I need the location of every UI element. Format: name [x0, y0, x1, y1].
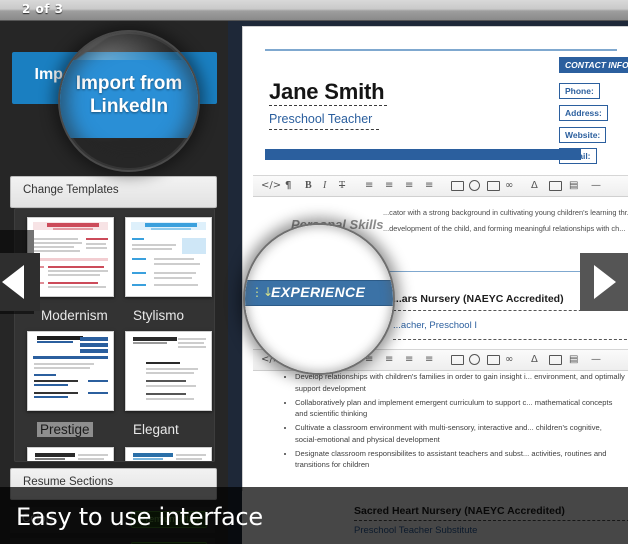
contact-field-phone[interactable]: Phone: — [559, 83, 600, 99]
magnifier-ring — [60, 32, 198, 170]
magnifier-experience-section: ⋮↓ EXPERIENCE — [243, 223, 395, 375]
template-label-prestige[interactable]: Prestige — [37, 422, 93, 437]
template-thumbnail-stylismo[interactable] — [125, 217, 212, 297]
summary-line-1: ...cator with a strong background in cul… — [383, 208, 628, 217]
template-thumbnail-prestige[interactable] — [27, 331, 114, 411]
template-thumbnail-elegant[interactable] — [125, 331, 212, 411]
summary-line-2: ...development of the child, and forming… — [383, 224, 626, 233]
resume-name[interactable]: Jane Smith — [269, 79, 385, 105]
editor-toolbar-top[interactable]: </> ¶ B I T ≡ ≡ ≡ ≡ ∞ Δ ▤ — — [253, 175, 628, 197]
template-label-modernism[interactable]: Modernism — [41, 308, 108, 323]
list-item[interactable]: Designate classroom responsibilites to a… — [295, 448, 625, 471]
slide-counter-bar: 2 of 3 — [0, 0, 628, 21]
list-item[interactable]: Develop relationships with children's fa… — [295, 371, 625, 394]
magnifier-linkedin-button: Import from LinkedIn — [58, 30, 200, 172]
section-blue-bar — [265, 149, 581, 160]
responsibility-list: Develop relationships with children's fa… — [281, 371, 625, 473]
entry-role[interactable]: ...acher, Preschool I — [393, 320, 477, 331]
header-rule — [265, 49, 617, 51]
template-thumbnail-row3-left[interactable] — [27, 447, 114, 461]
name-underline — [269, 105, 387, 106]
template-thumbnail-modernism[interactable] — [27, 217, 114, 297]
list-item[interactable]: Collaboratively plan and implement emerg… — [295, 397, 625, 420]
previous-slide-button[interactable] — [0, 253, 40, 311]
chevron-right-icon — [594, 265, 616, 299]
template-label-elegant[interactable]: Elegant — [133, 422, 179, 437]
contact-heading: CONTACT INFO — [559, 57, 628, 73]
change-templates-header[interactable]: Change Templates — [10, 176, 217, 208]
contact-field-address[interactable]: Address: — [559, 105, 608, 121]
resume-job-title[interactable]: Preschool Teacher — [269, 112, 372, 126]
chevron-left-icon — [2, 265, 24, 299]
jobtitle-underline — [269, 129, 379, 130]
template-label-stylismo[interactable]: Stylismo — [133, 308, 184, 323]
template-thumbnail-row3-right[interactable] — [125, 447, 212, 461]
entry-role-underline — [393, 339, 628, 340]
list-item[interactable]: Cultivate a classroom environment with m… — [295, 422, 625, 445]
contact-field-website[interactable]: Website: — [559, 127, 607, 143]
magnifier-ring — [245, 225, 393, 373]
templates-grid: Modernism Stylismo Prestige Elegant — [14, 208, 215, 462]
change-templates-label: Change Templates — [23, 184, 119, 196]
next-slide-button[interactable] — [580, 253, 628, 311]
entry-employer[interactable]: ...ars Nursery (NAEYC Accredited) — [393, 293, 564, 305]
slide-caption: Easy to use interface — [16, 503, 263, 531]
slide-counter: 2 of 3 — [22, 2, 64, 16]
slideshow-stage: Jane Smith Preschool Teacher CONTACT INF… — [0, 0, 628, 544]
